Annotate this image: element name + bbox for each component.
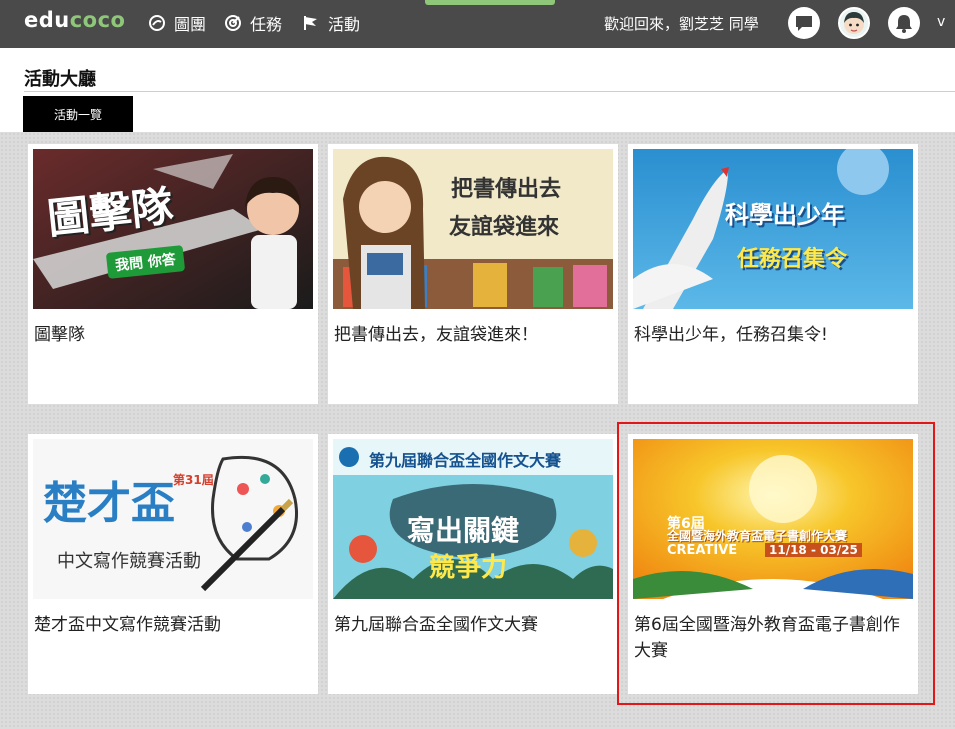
title-divider (24, 91, 955, 92)
group-icon (149, 15, 165, 31)
thumbnail-line3-6: CREATIVE (667, 543, 738, 558)
thumbnail-line1-2: 把書傳出去 (451, 177, 562, 202)
top-navbar: educoco 圖團 任務 活動 歡迎回來，劉芝芝 同學 v (0, 0, 955, 48)
thumbnail-line2-5: 寫出關鍵 (407, 514, 520, 547)
activity-card-4[interactable]: 楚才盃 第31屆 中文寫作競賽活動 楚才盃中文寫作競賽活動 (28, 434, 318, 694)
messages-button[interactable] (788, 7, 820, 39)
activity-thumbnail-4: 楚才盃 第31屆 中文寫作競賽活動 (33, 439, 313, 599)
notifications-button[interactable] (888, 7, 920, 39)
thumbnail-line2-2: 友誼袋進來 (449, 215, 560, 240)
nav-groups[interactable]: 圖團 (148, 12, 206, 34)
bell-icon (896, 15, 912, 33)
educoco-logo[interactable]: educoco (24, 8, 126, 32)
user-menu-caret[interactable]: v (937, 14, 945, 30)
activity-thumbnail-6: 第6屆 全國暨海外教育盃電子書創作大賽 CREATIVE 11/18 - 03/… (633, 439, 913, 599)
activity-thumbnail-1: 圖擊隊 我問 你答 (33, 149, 313, 309)
tab-activity-list[interactable]: 活動一覽 (23, 96, 133, 132)
nav-tasks[interactable]: 任務 (224, 12, 282, 34)
thumbnail-line1-5: 第九屆聯合盃全國作文大賽 (369, 451, 562, 470)
thumbnail-sub-4: 中文寫作競賽活動 (57, 551, 201, 572)
thumbnail-badge-4: 第31屆 (173, 473, 214, 487)
activity-title-4[interactable]: 楚才盃中文寫作競賽活動 (34, 612, 314, 638)
logo-text-edu: edu (24, 8, 70, 32)
thumbnail-line4-6: 11/18 - 03/25 (765, 543, 862, 557)
thumbnail-title-4: 楚才盃 (43, 478, 175, 529)
activity-title-1[interactable]: 圖擊隊 (34, 322, 314, 348)
nav-events[interactable]: 活動 (302, 12, 360, 34)
page-title: 活動大廳 (24, 69, 96, 90)
activity-thumbnail-5: 第九屆聯合盃全國作文大賽 寫出關鍵 競爭力 (333, 439, 613, 599)
activity-thumbnail-2: 把書傳出去 友誼袋進來 (333, 149, 613, 309)
activity-card-2[interactable]: 把書傳出去 友誼袋進來 把書傳出去，友誼袋進來！ (328, 144, 618, 404)
activity-card-5[interactable]: 第九屆聯合盃全國作文大賽 寫出關鍵 競爭力 第九屆聯合盃全國作文大賽 (328, 434, 618, 694)
top-accent-bar (425, 0, 555, 5)
nav-groups-label: 圖團 (174, 15, 207, 34)
welcome-message: 歡迎回來，劉芝芝 同學 (604, 15, 759, 33)
avatar-face-icon (844, 12, 864, 34)
nav-tasks-label: 任務 (250, 15, 283, 34)
activity-title-6[interactable]: 第6屆全國暨海外教育盃電子書創作大賽 (634, 612, 914, 664)
thumbnail-line1-3: 科學出少年 (725, 201, 845, 229)
activity-thumbnail-3: 科學出少年 任務召集令 (633, 149, 913, 309)
activity-card-1[interactable]: 圖擊隊 我問 你答 圖擊隊 (28, 144, 318, 404)
logo-text-coco: coco (69, 8, 126, 32)
thumbnail-line2-3: 任務召集令 (737, 247, 848, 272)
activity-title-3[interactable]: 科學出少年，任務召集令! (634, 322, 914, 348)
activity-title-5[interactable]: 第九屆聯合盃全國作文大賽 (334, 612, 614, 638)
nav-events-label: 活動 (328, 15, 361, 34)
activity-title-2[interactable]: 把書傳出去，友誼袋進來！ (334, 322, 614, 348)
target-icon (225, 15, 241, 31)
activity-card-6[interactable]: 第6屆 全國暨海外教育盃電子書創作大賽 CREATIVE 11/18 - 03/… (628, 434, 918, 694)
thumbnail-line3-5: 競爭力 (429, 553, 508, 583)
activity-card-3[interactable]: 科學出少年 任務召集令 科學出少年，任務召集令! (628, 144, 918, 404)
flag-icon (304, 16, 317, 30)
thumbnail-line2-6: 全國暨海外教育盃電子書創作大賽 (667, 529, 848, 543)
chat-bubble-icon (796, 16, 812, 31)
user-avatar[interactable] (838, 7, 870, 39)
